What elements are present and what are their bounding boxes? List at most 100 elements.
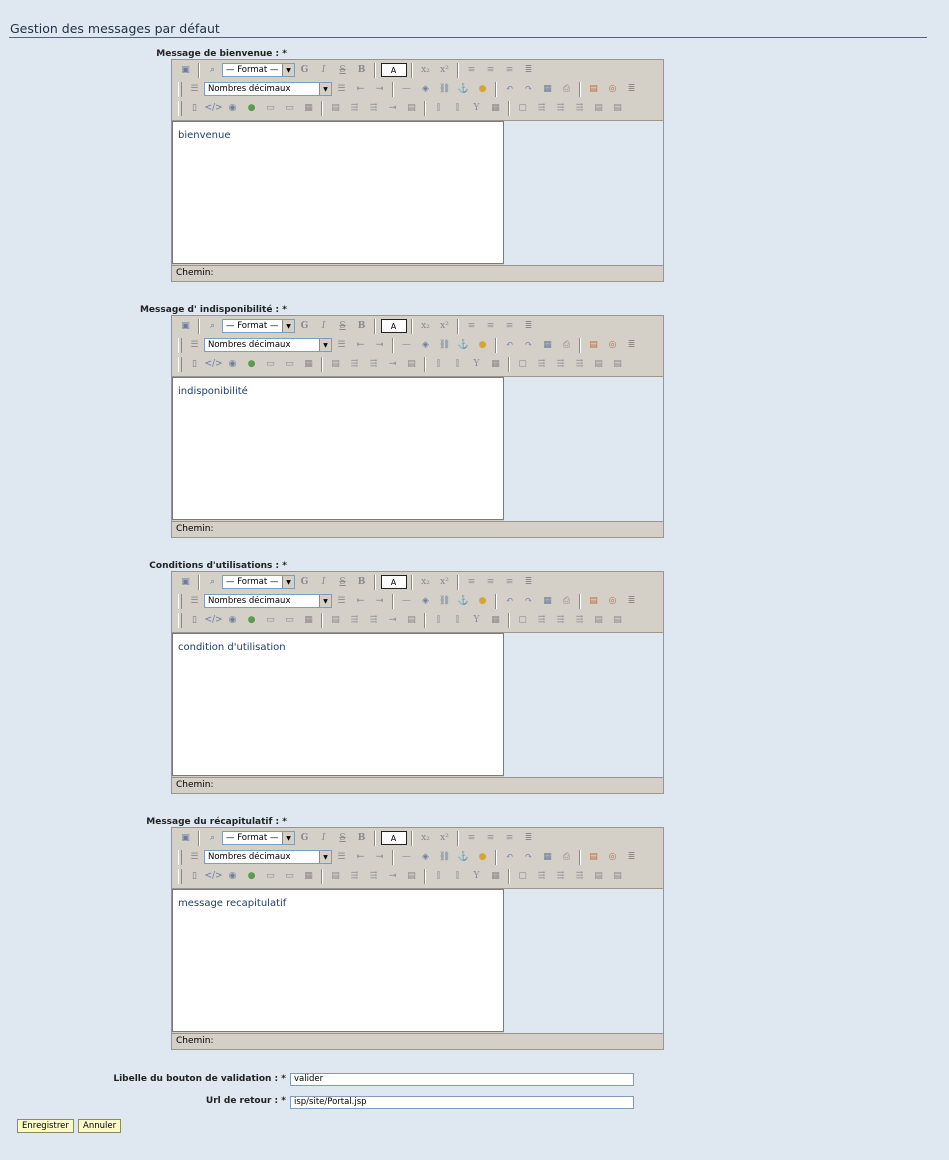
font-color-button[interactable]: A — [380, 575, 407, 589]
align-right-icon[interactable]: ≡ — [502, 831, 518, 846]
link-icon[interactable]: ⛓ — [437, 82, 453, 97]
undo-icon[interactable]: ↶ — [502, 850, 518, 865]
copy-row-icon[interactable]: ⇶ — [572, 613, 588, 628]
align-center-icon[interactable]: ≡ — [483, 831, 499, 846]
bold-b-button[interactable]: B — [354, 319, 370, 334]
about-icon[interactable]: ◉ — [225, 613, 241, 628]
validation-button-input[interactable]: valider — [290, 1073, 634, 1086]
format-select[interactable]: — Format — ▼ — [222, 319, 295, 333]
bold-g-button[interactable]: G — [297, 63, 313, 78]
visual-aid-icon[interactable]: ▭ — [263, 869, 279, 884]
bold-g-button[interactable]: G — [297, 831, 313, 846]
outdent-icon[interactable]: ⇤ — [353, 82, 369, 97]
find-icon[interactable]: ⌕ — [205, 831, 221, 846]
table-icon[interactable]: ▦ — [540, 850, 556, 865]
code-icon[interactable]: </> — [204, 613, 222, 628]
subscript-icon[interactable]: x₂ — [418, 63, 434, 78]
cell-props-icon[interactable]: ▦ — [488, 101, 504, 116]
cleanup-icon[interactable]: ▯ — [187, 869, 203, 884]
bold-g-button[interactable]: G — [297, 575, 313, 590]
print-icon[interactable]: ⎙ — [559, 850, 575, 865]
horizontal-rule-icon[interactable]: — — [399, 594, 415, 609]
merge-cells-icon[interactable]: ⇶ — [534, 869, 550, 884]
link-icon[interactable]: ⛓ — [437, 594, 453, 609]
italic-button[interactable]: I — [316, 319, 332, 334]
horizontal-rule-icon[interactable]: — — [399, 850, 415, 865]
col-props-icon[interactable]: ▤ — [404, 357, 420, 372]
cut-row-icon[interactable]: ⇶ — [553, 101, 569, 116]
strike-button[interactable]: S — [335, 831, 351, 846]
html-icon[interactable]: ◎ — [605, 338, 621, 353]
cleanup-icon[interactable]: ▯ — [187, 357, 203, 372]
copy-row-icon[interactable]: ⇶ — [572, 101, 588, 116]
row-props-icon[interactable]: ▤ — [328, 101, 344, 116]
anchor-icon[interactable]: ⚓ — [456, 338, 472, 353]
link-icon[interactable]: ⛓ — [437, 850, 453, 865]
redo-icon[interactable]: ↷ — [521, 82, 537, 97]
align-justify-icon[interactable]: ≣ — [521, 831, 537, 846]
subscript-icon[interactable]: x₂ — [418, 831, 434, 846]
strike-button[interactable]: S — [335, 63, 351, 78]
insert-col-after-icon[interactable]: ⫿ — [450, 869, 466, 884]
align-left-icon[interactable]: ≡ — [464, 63, 480, 78]
undo-icon[interactable]: ↶ — [502, 594, 518, 609]
superscript-icon[interactable]: x² — [437, 831, 453, 846]
italic-button[interactable]: I — [316, 575, 332, 590]
list-style-select[interactable]: Nombres décimaux ▼ — [204, 594, 332, 608]
bold-b-button[interactable]: B — [354, 63, 370, 78]
superscript-icon[interactable]: x² — [437, 63, 453, 78]
about-icon[interactable]: ◉ — [225, 357, 241, 372]
help-icon[interactable]: ● — [475, 850, 491, 865]
cell-props-icon[interactable]: ▦ — [488, 869, 504, 884]
paste-row-before-icon[interactable]: ▤ — [591, 613, 607, 628]
paste-icon[interactable]: ▣ — [178, 831, 194, 846]
delete-col-icon[interactable]: Y — [469, 869, 485, 884]
list-style-select[interactable]: Nombres décimaux ▼ — [204, 82, 332, 96]
list-icon[interactable]: ☰ — [187, 850, 203, 865]
indent-icon[interactable]: ⇥ — [372, 82, 388, 97]
info-icon[interactable]: ● — [244, 101, 260, 116]
redo-icon[interactable]: ↷ — [521, 850, 537, 865]
insert-col-before-icon[interactable]: ⫿ — [431, 869, 447, 884]
cut-row-icon[interactable]: ⇶ — [553, 869, 569, 884]
bold-b-button[interactable]: B — [354, 575, 370, 590]
superscript-icon[interactable]: x² — [437, 575, 453, 590]
save-button[interactable]: Enregistrer — [17, 1119, 74, 1133]
image-icon[interactable]: ◈ — [418, 82, 434, 97]
link-icon[interactable]: ⛓ — [437, 338, 453, 353]
align-right-icon[interactable]: ≡ — [502, 575, 518, 590]
indent-icon[interactable]: ⇥ — [372, 338, 388, 353]
code-icon[interactable]: </> — [204, 357, 222, 372]
row-props-icon[interactable]: ▤ — [328, 869, 344, 884]
col-props-icon[interactable]: ▤ — [404, 101, 420, 116]
align-left-icon[interactable]: ≡ — [464, 831, 480, 846]
code-icon[interactable]: </> — [204, 101, 222, 116]
info-icon[interactable]: ● — [244, 357, 260, 372]
html-icon[interactable]: ◎ — [605, 594, 621, 609]
row-props-icon[interactable]: ▤ — [328, 613, 344, 628]
spellcheck-icon[interactable]: ▤ — [586, 850, 602, 865]
strike-button[interactable]: S — [335, 575, 351, 590]
insert-row-after-icon[interactable]: ⇶ — [366, 101, 382, 116]
insert-col-before-icon[interactable]: ⫿ — [431, 101, 447, 116]
paste-row-after-icon[interactable]: ▤ — [610, 613, 626, 628]
help-icon[interactable]: ● — [475, 594, 491, 609]
font-color-button[interactable]: A — [380, 831, 407, 845]
editor-textarea[interactable]: message recapitulatif — [172, 889, 504, 1032]
paste-icon[interactable]: ▣ — [178, 575, 194, 590]
redo-icon[interactable]: ↷ — [521, 594, 537, 609]
insert-col-after-icon[interactable]: ⫿ — [450, 357, 466, 372]
align-justify-icon[interactable]: ≣ — [521, 63, 537, 78]
print-icon[interactable]: ⎙ — [559, 594, 575, 609]
list-icon[interactable]: ☰ — [187, 594, 203, 609]
char-map-icon[interactable]: ▭ — [282, 613, 298, 628]
cell-props-icon[interactable]: ▦ — [488, 357, 504, 372]
more-icon[interactable]: ≣ — [624, 850, 640, 865]
char-map-icon[interactable]: ▭ — [282, 101, 298, 116]
align-center-icon[interactable]: ≡ — [483, 575, 499, 590]
print-icon[interactable]: ⎙ — [559, 82, 575, 97]
insert-row-before-icon[interactable]: ⇶ — [347, 101, 363, 116]
paste-row-before-icon[interactable]: ▤ — [591, 357, 607, 372]
indent-icon[interactable]: ⇥ — [372, 850, 388, 865]
cancel-button[interactable]: Annuler — [78, 1119, 122, 1133]
